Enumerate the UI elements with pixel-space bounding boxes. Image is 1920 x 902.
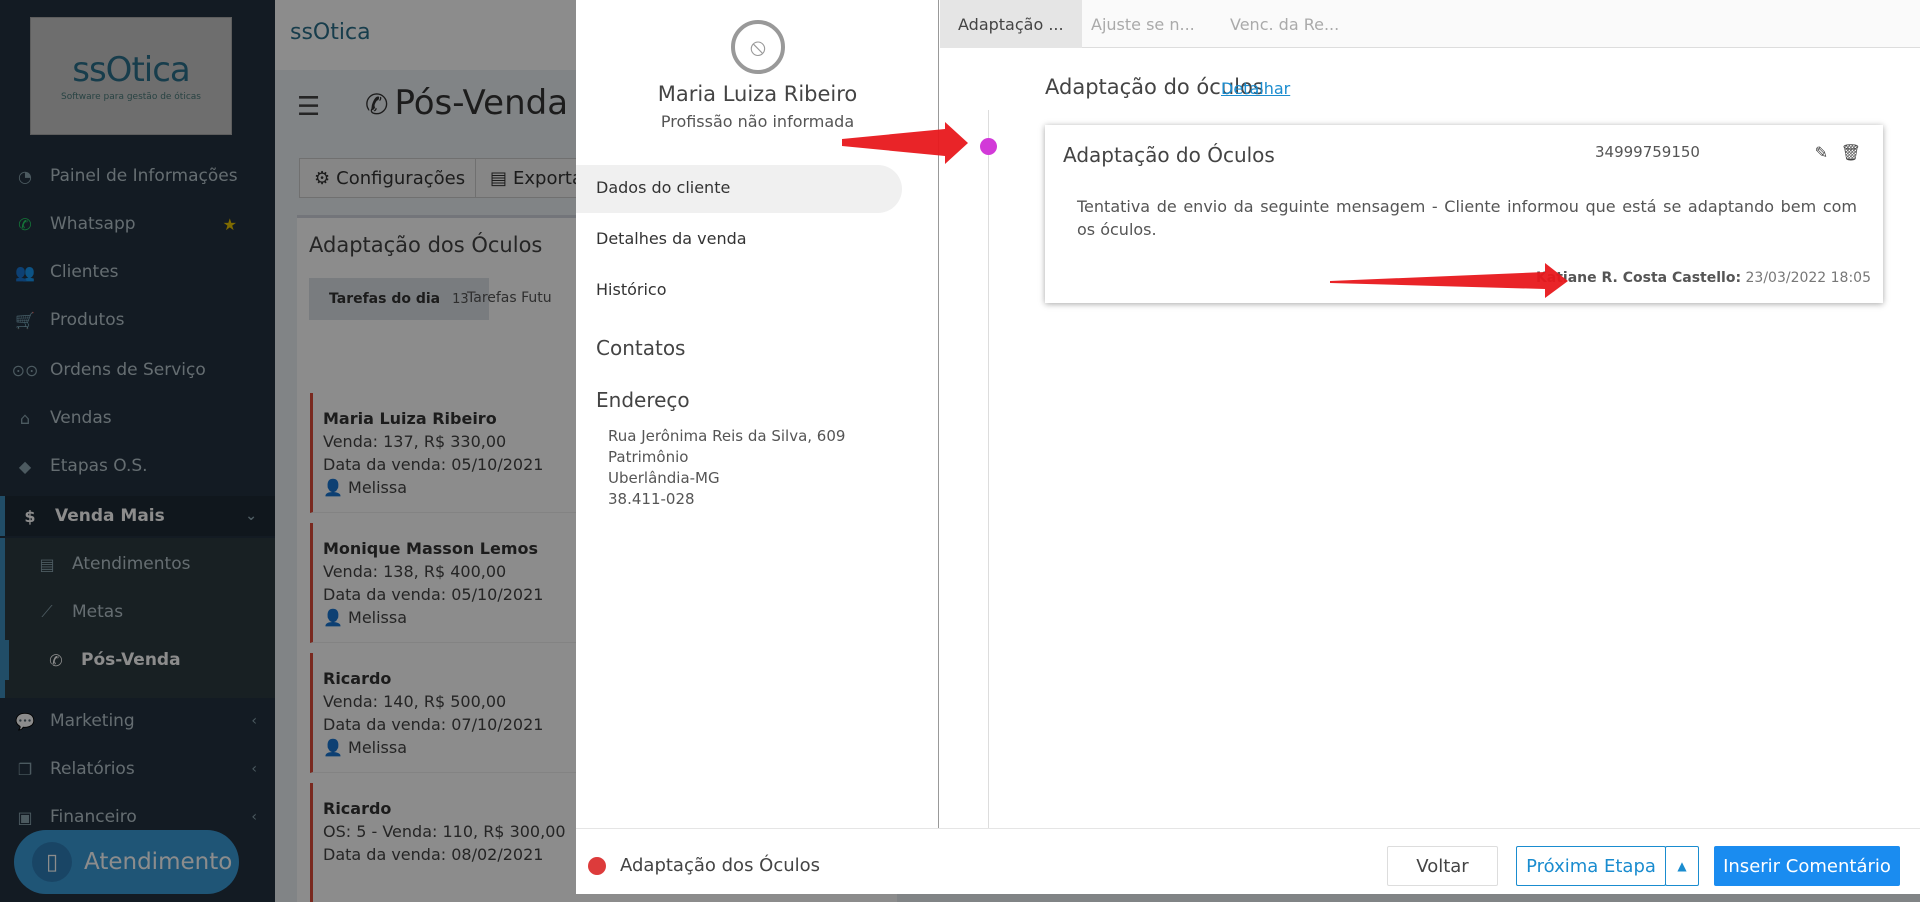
- contacts-heading: Contatos: [596, 336, 686, 360]
- tab-adaptacao[interactable]: Adaptação ...: [940, 0, 1082, 48]
- insert-comment-button[interactable]: Inserir Comentário: [1714, 846, 1900, 886]
- comment-phone: 34999759150: [1595, 143, 1700, 161]
- no-photo-icon: ⦸: [731, 20, 785, 74]
- address-district: Patrimônio: [608, 448, 689, 466]
- tab-vencimento[interactable]: Venc. da Re...: [1212, 0, 1357, 48]
- menu-item-detalhes-venda[interactable]: Detalhes da venda: [596, 229, 747, 248]
- comment-author-line: Katiane R. Costa Castello: 23/03/2022 18…: [1536, 270, 1871, 286]
- client-profession: Profissão não informada: [660, 112, 855, 131]
- next-stage-button[interactable]: Próxima Etapa: [1516, 846, 1666, 886]
- caret-up-icon[interactable]: ▲: [1665, 846, 1699, 886]
- menu-item-historico[interactable]: Histórico: [596, 280, 666, 299]
- detail-link[interactable]: Detalhar: [1221, 79, 1290, 98]
- comment-title: Adaptação do Óculos: [1063, 143, 1275, 167]
- comment-author: Katiane R. Costa Castello:: [1535, 270, 1742, 286]
- address-zip: 38.411-028: [608, 490, 695, 508]
- tab-ajuste[interactable]: Ajuste se n...: [1073, 0, 1213, 48]
- timeline-dot: [980, 138, 997, 155]
- trash-icon[interactable]: 🗑: [1841, 143, 1861, 162]
- address-street: Rua Jerônima Reis da Silva, 609: [608, 427, 846, 445]
- timeline-line: [988, 110, 989, 828]
- address-heading: Endereço: [596, 388, 690, 412]
- comment-card: Adaptação do Óculos 34999759150 ✎ 🗑 Tent…: [1045, 125, 1883, 303]
- client-modal: ⦸ Maria Luiza Ribeiro Profissão não info…: [576, 0, 1920, 894]
- address-block: Rua Jerônima Reis da Silva, 609 Patrimôn…: [608, 426, 845, 510]
- modal-footer: Adaptação dos Óculos Voltar Próxima Etap…: [576, 828, 1920, 894]
- stage-status-dot: [588, 857, 606, 875]
- pencil-icon[interactable]: ✎: [1815, 143, 1828, 162]
- modal-client-sidebar: ⦸ Maria Luiza Ribeiro Profissão não info…: [576, 0, 939, 828]
- address-city: Uberlândia-MG: [608, 469, 720, 487]
- stage-tabs: Adaptação ... Ajuste se n... Venc. da Re…: [940, 0, 1920, 48]
- modal-stage-area: Adaptação ... Ajuste se n... Venc. da Re…: [940, 0, 1920, 828]
- comment-datetime: 23/03/2022 18:05: [1745, 270, 1872, 286]
- comment-message: Tentativa de envio da seguinte mensagem …: [1077, 197, 1857, 239]
- back-button[interactable]: Voltar: [1387, 846, 1498, 886]
- menu-item-dados-cliente[interactable]: Dados do cliente: [596, 178, 730, 197]
- client-name: Maria Luiza Ribeiro: [657, 82, 858, 106]
- footer-stage-name: Adaptação dos Óculos: [620, 855, 821, 876]
